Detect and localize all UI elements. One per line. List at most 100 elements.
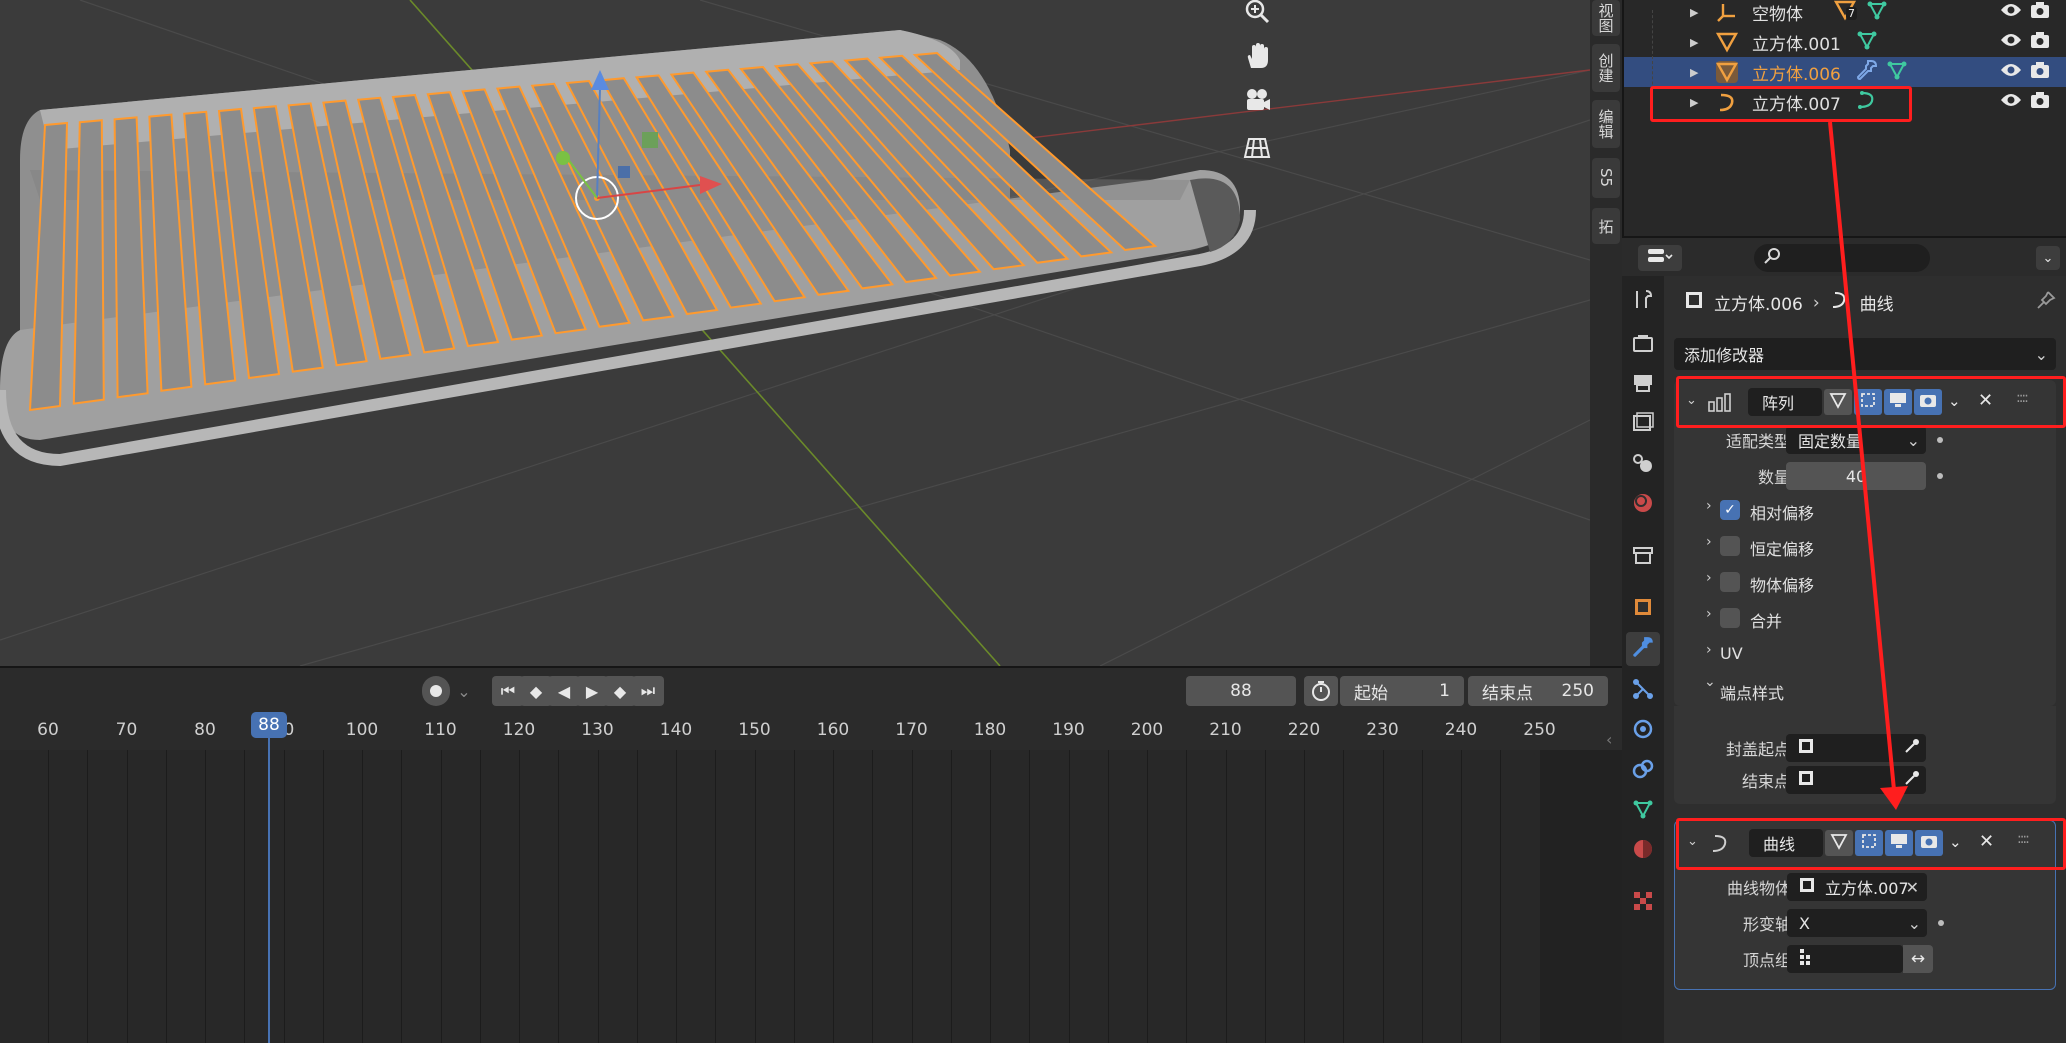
vertex-group-field[interactable] — [1787, 945, 1903, 973]
eyedropper-icon[interactable] — [1904, 770, 1920, 790]
array-modifier-name[interactable]: 阵列 — [1748, 388, 1822, 416]
end-frame-field[interactable]: 结束点 250 — [1468, 676, 1608, 706]
render-camera-icon[interactable] — [2030, 61, 2050, 84]
keyframe-dot[interactable] — [1937, 437, 1943, 443]
expand-arrow-icon[interactable]: › — [1706, 498, 1712, 514]
tab-create[interactable]: 创建 — [1592, 44, 1620, 92]
outliner-row-selected[interactable]: ▶ 立方体.006 — [1624, 57, 2066, 87]
render-camera-icon[interactable] — [2030, 1, 2050, 24]
tab-texture[interactable] — [1626, 886, 1660, 920]
jump-end-button[interactable]: ⏭ — [632, 676, 664, 706]
expand-arrow-icon[interactable]: ▶ — [1690, 36, 1698, 49]
expand-arrow-icon[interactable]: › — [1706, 642, 1712, 658]
camera-icon[interactable] — [1236, 80, 1278, 122]
viewport-display-toggle[interactable] — [1884, 389, 1912, 415]
current-frame-field[interactable]: 88 — [1186, 676, 1296, 706]
playhead[interactable]: 88 — [251, 712, 287, 738]
expand-arrow-icon[interactable]: ▶ — [1690, 66, 1698, 79]
chevron-down-icon[interactable]: ⌄ — [1949, 833, 1962, 851]
count-field[interactable]: 40 — [1786, 462, 1926, 490]
timeline-body[interactable] — [0, 750, 1622, 1043]
3d-viewport[interactable] — [0, 0, 1590, 666]
eyedropper-icon[interactable] — [1904, 738, 1920, 758]
cap-start-field[interactable] — [1786, 734, 1926, 762]
tab-data[interactable] — [1626, 794, 1660, 828]
visibility-eye-icon[interactable] — [2000, 2, 2022, 23]
edit-mode-toggle[interactable] — [1824, 389, 1852, 415]
relative-offset-checkbox[interactable]: ✓ — [1720, 500, 1740, 520]
pin-icon[interactable] — [2036, 290, 2056, 315]
expand-arrow-icon[interactable]: › — [1706, 606, 1712, 622]
chevron-down-icon[interactable]: ⌄ — [1948, 392, 1961, 410]
expand-arrow-icon[interactable]: ▶ — [1690, 96, 1698, 109]
tab-world[interactable] — [1626, 488, 1660, 522]
record-options-dropdown[interactable]: ⌄ — [452, 676, 476, 706]
search-input[interactable] — [1754, 244, 1930, 272]
expand-arrow-icon[interactable]: › — [1706, 534, 1712, 550]
expand-arrow-icon[interactable]: › — [1706, 570, 1712, 586]
outliner-row[interactable]: ▶ 空物体 7 — [1624, 0, 2066, 27]
fit-type-dropdown[interactable]: 固定数量 ⌄ — [1786, 426, 1926, 454]
tab-view-layer[interactable] — [1626, 408, 1660, 442]
tab-output[interactable] — [1626, 368, 1660, 402]
tab-physics[interactable] — [1626, 714, 1660, 748]
viewport-display-toggle[interactable] — [1885, 830, 1913, 856]
visibility-eye-icon[interactable] — [2000, 32, 2022, 53]
collapse-arrow-icon[interactable]: ⌄ — [1687, 834, 1698, 849]
object-offset-checkbox[interactable] — [1720, 572, 1740, 592]
tab-particles[interactable] — [1626, 674, 1660, 708]
curve-modifier-name[interactable]: 曲线 — [1749, 829, 1823, 857]
merge-checkbox[interactable] — [1720, 608, 1740, 628]
close-icon[interactable]: ✕ — [1979, 831, 1994, 852]
tab-material[interactable] — [1626, 834, 1660, 868]
drag-handle-icon[interactable]: :::: — [2016, 390, 2029, 406]
timeline-ruler[interactable]: 6070809010011012013014015016017018019020… — [0, 712, 1622, 750]
constant-offset-checkbox[interactable] — [1720, 536, 1740, 556]
editor-type-dropdown[interactable] — [1638, 245, 1682, 271]
add-modifier-dropdown[interactable]: 添加修改器 ⌄ — [1674, 338, 2056, 370]
outliner-row[interactable]: ▶ 立方体.001 — [1624, 27, 2066, 57]
tab-constraints[interactable] — [1626, 754, 1660, 788]
render-toggle[interactable] — [1914, 389, 1942, 415]
caps-section-label[interactable]: 端点样式 — [1720, 680, 1784, 704]
collapse-arrow-icon[interactable]: ⌄ — [1686, 393, 1697, 408]
expand-arrow-icon[interactable]: ▶ — [1690, 6, 1698, 19]
tab-view[interactable]: 视图 — [1592, 0, 1620, 36]
stopwatch-icon[interactable] — [1304, 676, 1338, 706]
close-icon[interactable]: ✕ — [1978, 390, 1993, 411]
array-modifier-header[interactable]: ⌄ 阵列 ⌄ ✕ :::: — [1674, 380, 2056, 424]
curve-modifier-header[interactable]: ⌄ 曲线 ⌄ ✕ :::: — [1675, 821, 2057, 865]
keyframe-dot[interactable] — [1937, 473, 1943, 479]
on-cage-toggle[interactable] — [1854, 389, 1882, 415]
keyframe-dot[interactable] — [1938, 920, 1944, 926]
tab-modifiers[interactable] — [1626, 632, 1660, 666]
tab-collection[interactable] — [1626, 540, 1660, 574]
chevron-left-icon[interactable]: ‹ — [1606, 730, 1612, 749]
visibility-eye-icon[interactable] — [2000, 62, 2022, 83]
clear-icon[interactable]: ✕ — [1906, 878, 1919, 897]
tab-object[interactable] — [1626, 592, 1660, 626]
curve-object-field[interactable]: 立方体.007 ✕ — [1787, 873, 1927, 901]
render-toggle[interactable] — [1915, 830, 1943, 856]
deform-axis-dropdown[interactable]: X ⌄ — [1787, 909, 1927, 937]
grid-icon[interactable] — [1236, 126, 1278, 168]
tab-topo[interactable]: 拓 — [1592, 208, 1620, 244]
tab-edit[interactable]: 编辑 — [1592, 100, 1620, 148]
visibility-eye-icon[interactable] — [2000, 92, 2022, 113]
invert-toggle[interactable]: ↔ — [1903, 945, 1933, 973]
tab-scene[interactable] — [1626, 448, 1660, 482]
render-camera-icon[interactable] — [2030, 91, 2050, 114]
pan-hand-icon[interactable] — [1236, 35, 1278, 77]
record-button[interactable] — [422, 676, 450, 706]
cap-end-field[interactable] — [1786, 766, 1926, 794]
start-frame-field[interactable]: 起始 1 — [1340, 676, 1464, 706]
tab-render[interactable] — [1626, 328, 1660, 362]
options-dropdown[interactable]: ⌄ — [2036, 246, 2060, 270]
drag-handle-icon[interactable]: :::: — [2017, 831, 2030, 847]
tab-s5[interactable]: S5 — [1592, 158, 1620, 198]
tab-tool[interactable] — [1626, 284, 1660, 318]
uv-section-label[interactable]: UV — [1720, 644, 1743, 663]
render-camera-icon[interactable] — [2030, 31, 2050, 54]
collapse-arrow-icon[interactable]: ⌄ — [1704, 674, 1716, 690]
edit-mode-toggle[interactable] — [1825, 830, 1853, 856]
